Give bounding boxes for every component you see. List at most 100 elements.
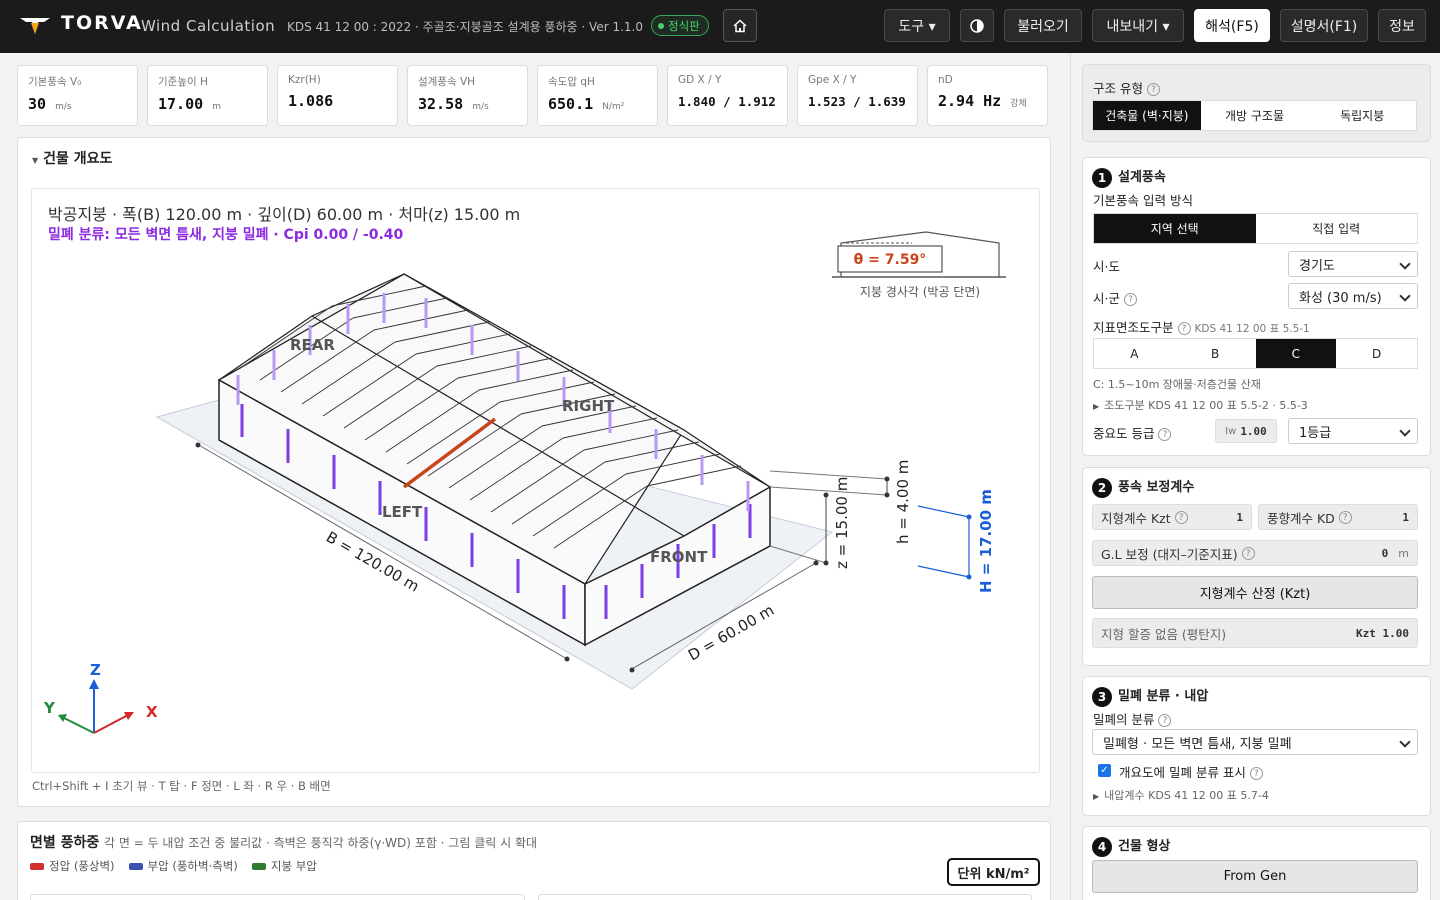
home-icon	[733, 18, 747, 32]
metric-unit: m	[212, 102, 221, 112]
enclosure-panel: 3 밀폐 분류 · 내압 밀폐의 분류? 밀폐형 · 모든 벽면 틈새, 지붕 밀…	[1082, 676, 1431, 816]
axis-x-label: X	[146, 703, 158, 721]
help-icon[interactable]: ?	[1177, 322, 1191, 335]
gl-unit: m	[1398, 546, 1409, 560]
show-enclosure-checkbox[interactable]: ✓	[1098, 764, 1111, 777]
metric-card-gpe: Gpe X / Y 1.523 / 1.639	[797, 65, 918, 126]
roughness-option-a[interactable]: A	[1094, 339, 1175, 368]
legend-negative: 부압 (풍하벽·측벽)	[128, 858, 238, 874]
structure-type-label: 구조 유형?	[1093, 78, 1160, 97]
roughness-option-d[interactable]: D	[1336, 339, 1417, 368]
dim-ext	[769, 486, 888, 496]
settings-sidebar: 구조 유형? 건축물 (벽·지붕) 개방 구조물 독립지붕 1 설계풍속 기본풍속…	[1070, 53, 1440, 900]
kzt-calc-button[interactable]: 지형계수 산정 (Kzt)	[1092, 576, 1418, 609]
help-icon[interactable]: ?	[1123, 293, 1137, 306]
method-direct-input[interactable]: 직접 입력	[1256, 214, 1418, 243]
roughness-more-toggle[interactable]: ▶ 조도구분 KDS 41 12 00 표 5.5-2 · 5.5-3	[1093, 397, 1308, 413]
gl-correction-input[interactable]: G.L 보정 (대지–기준지표)? 0 m	[1092, 540, 1418, 566]
dim-label-H: H = 17.00 m	[977, 489, 995, 593]
importance-select[interactable]: 1등급	[1288, 418, 1418, 444]
help-icon[interactable]: ?	[1146, 83, 1160, 96]
metric-value: 32.58	[418, 95, 464, 113]
help-icon[interactable]: ?	[1174, 510, 1188, 524]
sido-select[interactable]: 경기도	[1288, 251, 1418, 277]
pressure-figure-card[interactable]	[30, 894, 525, 900]
dim-tick	[823, 560, 829, 566]
dim-tick	[564, 656, 570, 662]
help-icon[interactable]: ?	[1158, 714, 1172, 727]
torva-logo-icon	[20, 18, 50, 34]
pressure-figure-card[interactable]	[538, 894, 1032, 900]
section-4-title-text: 건물 형상	[1118, 839, 1171, 854]
section-1-title: 1 설계풍속	[1092, 166, 1166, 188]
metric-value: 1.840 / 1.912	[678, 94, 776, 109]
importance-label-text: 중요도 등급	[1093, 426, 1155, 441]
sigun-select[interactable]: 화성 (30 m/s)	[1288, 283, 1418, 309]
metric-unit: m/s	[472, 102, 489, 112]
dim-tick	[966, 574, 972, 580]
structure-option-building[interactable]: 건축물 (벽·지붕)	[1093, 101, 1201, 130]
unit-toggle-button[interactable]: 단위 kN/m²	[947, 858, 1040, 886]
overview-toggle[interactable]: ▼ 건물 개요도	[32, 148, 112, 168]
roof-angle-value: θ = 7.59°	[854, 252, 927, 268]
pressure-description: 각 면 = 두 내압 조건 중 불리값 · 측벽은 풍직각 하중(γ·WD) 포…	[104, 836, 538, 850]
dim-tick	[884, 492, 890, 498]
terrain-status: 지형 할증 없음 (평탄지) Kzt 1.00	[1092, 618, 1418, 648]
section-2-title-text: 풍속 보정계수	[1118, 480, 1195, 495]
structure-option-open[interactable]: 개방 구조물	[1201, 101, 1309, 130]
building-3d-canvas[interactable]: 박공지붕 · 폭(B) 120.00 m · 깊이(D) 60.00 m · 처…	[31, 188, 1040, 773]
roughness-note: C: 1.5~10m 장애물·저층건물 산재	[1093, 378, 1261, 391]
help-icon[interactable]: ?	[1241, 546, 1255, 560]
face-label-rear: REAR	[290, 336, 335, 354]
metric-unit: N/m²	[602, 102, 625, 112]
show-enclosure-label: 개요도에 밀폐 분류 표시?	[1119, 762, 1263, 781]
building-shape-panel: 4 건물 형상 From Gen	[1082, 826, 1431, 900]
metric-label: Gpe X / Y	[808, 74, 857, 86]
pressure-figure-row	[30, 894, 1040, 900]
roughness-option-c[interactable]: C	[1255, 339, 1337, 368]
kzt-input[interactable]: 지형계수 Kzt? 1	[1092, 504, 1252, 530]
metric-label: nD	[938, 74, 953, 86]
info-button[interactable]: 정보	[1378, 9, 1426, 42]
help-icon[interactable]: ?	[1338, 510, 1352, 524]
metric-value: 1.086	[288, 92, 334, 110]
contrast-icon	[970, 18, 984, 33]
metric-card-kzr: Kzr(H) 1.086	[277, 65, 398, 126]
method-region-select[interactable]: 지역 선택	[1094, 214, 1256, 243]
tools-menu-button[interactable]: 도구 ▾	[884, 9, 950, 42]
dim-ext-H	[917, 505, 970, 518]
top-bar: TORVA Wind Calculation KDS 41 12 00 : 20…	[0, 0, 1440, 53]
home-button[interactable]	[723, 9, 757, 42]
theme-toggle-button[interactable]	[960, 9, 994, 42]
analyze-button[interactable]: 해석(F5)	[1194, 9, 1270, 42]
manual-button[interactable]: 설명서(F1)	[1280, 9, 1368, 42]
structure-option-canopy[interactable]: 독립지붕	[1308, 101, 1416, 130]
enclosure-select[interactable]: 밀폐형 · 모든 벽면 틈새, 지붕 밀폐	[1092, 729, 1418, 755]
pressure-title: 면별 풍하중	[30, 835, 100, 851]
kd-input[interactable]: 풍향계수 KD? 1	[1258, 504, 1418, 530]
dim-tick	[629, 667, 635, 673]
expand-triangle-icon: ▶	[1093, 402, 1100, 411]
roughness-option-b[interactable]: B	[1175, 339, 1256, 368]
cpi-more-text: 내압계수 KDS 41 12 00 표 5.7-4	[1104, 789, 1269, 802]
metric-value: 17.00	[158, 95, 204, 113]
help-icon[interactable]: ?	[1249, 767, 1263, 780]
legend-label: 부압 (풍하벽·측벽)	[147, 859, 238, 873]
from-gen-button[interactable]: From Gen	[1092, 860, 1418, 893]
cpi-more-toggle[interactable]: ▶ 내압계수 KDS 41 12 00 표 5.7-4	[1093, 787, 1269, 803]
section-1-title-text: 설계풍속	[1118, 170, 1166, 185]
kd-value: 1	[1402, 510, 1409, 524]
dim-label-z: z = 15.00 m	[833, 477, 851, 569]
section-4-title: 4 건물 형상	[1092, 835, 1170, 857]
pressure-legend: 정압 (풍상벽) 부압 (풍하벽·측벽) 지붕 부압	[30, 858, 317, 874]
metric-label: GD X / Y	[678, 74, 722, 86]
iw-readout: Iw 1.00	[1215, 419, 1277, 443]
export-menu-button[interactable]: 내보내기 ▾	[1092, 9, 1184, 42]
input-method-label: 기본풍속 입력 방식	[1093, 193, 1193, 208]
load-button[interactable]: 불러오기	[1004, 9, 1082, 42]
help-icon[interactable]: ?	[1158, 428, 1172, 441]
roof-angle-caption: 지붕 경사각 (박공 단면)	[860, 285, 980, 299]
metric-card-nd: nD 2.94 Hz 강체	[927, 65, 1048, 126]
roughness-label-text: 지표면조도구분	[1093, 320, 1174, 335]
brand-subtitle: Wind Calculation	[141, 17, 276, 35]
